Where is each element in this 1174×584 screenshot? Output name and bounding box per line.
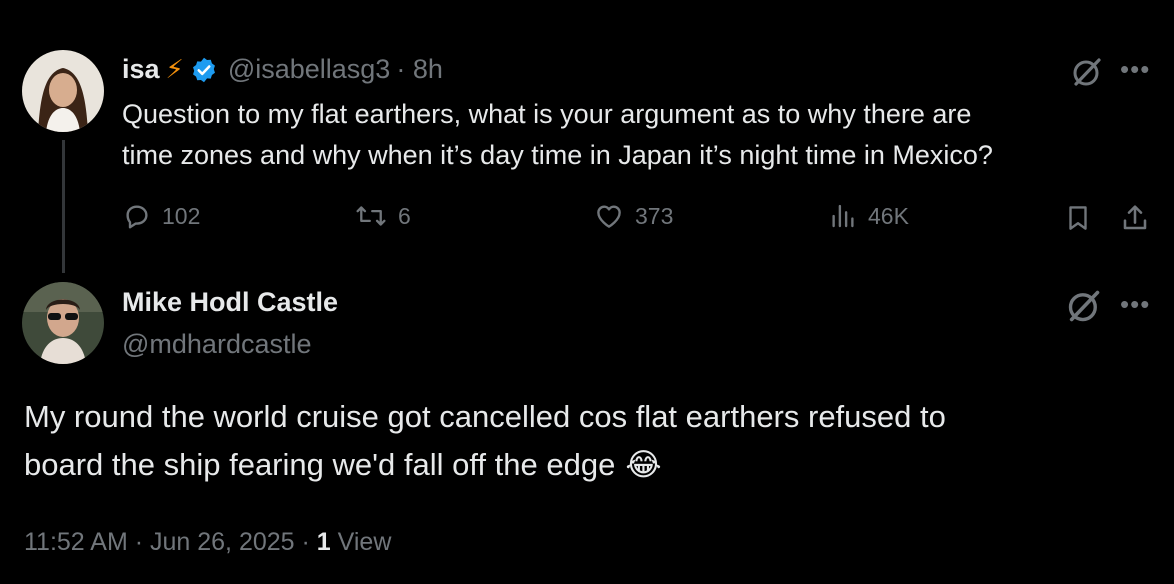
post-timestamp-row: 11:52 AM · Jun 26, 2025 · 1 View <box>24 528 391 557</box>
repost-count: 6 <box>398 202 411 229</box>
laughing-emoji: 😂 <box>625 447 662 482</box>
author-handle[interactable]: @mdhardcastle <box>122 329 312 360</box>
tweet1-text-line2: time zones and why when it’s day time in… <box>122 140 993 170</box>
tweet2-text-line2: board the ship fearing we'd fall off the… <box>24 441 1144 489</box>
views-count: 46K <box>868 202 909 229</box>
tweet1-text-line1: Question to my flat earthers, what is yo… <box>122 99 972 129</box>
reply-icon <box>122 201 152 231</box>
grok-icon[interactable] <box>1066 288 1102 329</box>
author-name[interactable]: isa <box>122 54 160 85</box>
view-count: 1 <box>316 528 331 556</box>
views-icon <box>828 201 858 231</box>
tweet2-text: My round the world cruise got cancelled … <box>24 393 1144 489</box>
verified-badge-icon <box>190 56 218 84</box>
tweet2-text-line1: My round the world cruise got cancelled … <box>24 399 946 434</box>
repost-button[interactable]: 6 <box>354 201 411 231</box>
tweet1-text: Question to my flat earthers, what is yo… <box>122 94 1152 176</box>
grok-icon[interactable] <box>1071 56 1103 93</box>
post-time[interactable]: · 8h <box>396 54 443 85</box>
bookmark-icon[interactable] <box>1063 202 1093 239</box>
like-icon <box>593 201 625 231</box>
views-button[interactable]: 46K <box>828 201 909 231</box>
more-icon[interactable]: ••• <box>1120 54 1150 85</box>
more-icon[interactable]: ••• <box>1120 289 1150 320</box>
reply-count: 102 <box>162 202 201 229</box>
tweet1-header: isa ⚡ @isabellasg3 · 8h <box>122 54 443 85</box>
avatar-mike[interactable] <box>22 282 104 364</box>
author-name[interactable]: Mike Hodl Castle <box>122 287 338 318</box>
author-handle[interactable]: @isabellasg3 <box>228 54 391 85</box>
tweet2-text-line2-text: board the ship fearing we'd fall off the… <box>24 447 616 482</box>
post-timestamp[interactable]: 11:52 AM · Jun 26, 2025 · <box>24 528 310 556</box>
lightning-emoji: ⚡ <box>165 54 184 84</box>
reply-button[interactable]: 102 <box>122 201 200 231</box>
view-label: View <box>337 528 392 556</box>
share-icon[interactable] <box>1119 202 1151 239</box>
like-button[interactable]: 373 <box>593 201 673 231</box>
thread-line <box>62 140 65 273</box>
repost-icon <box>354 201 388 231</box>
like-count: 373 <box>635 202 674 229</box>
avatar-isa[interactable] <box>22 50 104 132</box>
